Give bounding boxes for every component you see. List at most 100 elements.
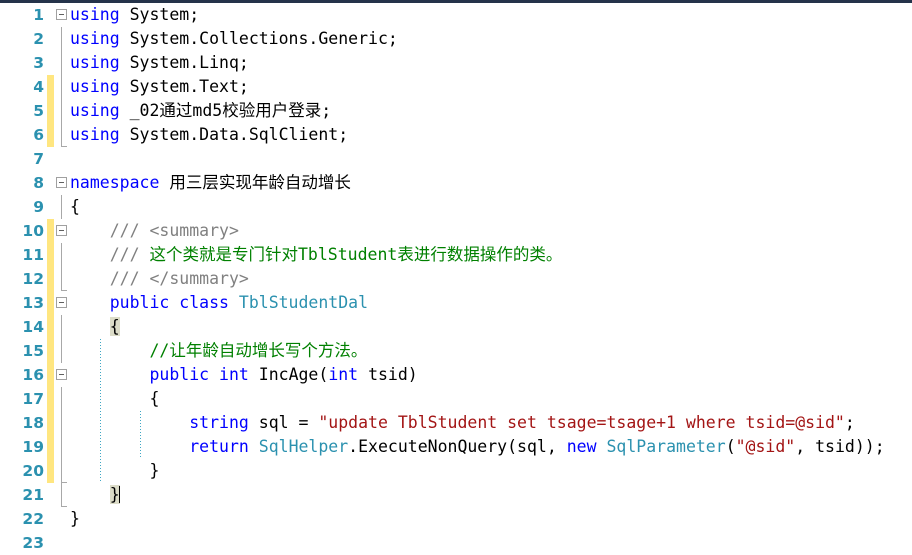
line-number: 10 bbox=[22, 222, 44, 240]
code-line[interactable]: 14 { bbox=[0, 315, 912, 339]
code-line[interactable]: 23 bbox=[0, 531, 912, 555]
unsaved-change-indicator bbox=[47, 75, 54, 99]
unsaved-change-indicator bbox=[47, 387, 54, 411]
collapse-region-icon[interactable] bbox=[56, 177, 67, 188]
code-token: 用三层实现年龄自动增长 bbox=[169, 173, 351, 192]
line-text: using System.Text; bbox=[70, 75, 249, 99]
line-text: { bbox=[70, 387, 159, 411]
outline-guide-line bbox=[61, 339, 62, 363]
line-text: } bbox=[70, 459, 159, 483]
line-text: return SqlHelper.ExecuteNonQuery(sql, ne… bbox=[70, 435, 885, 459]
code-line[interactable]: 15 //让年龄自动增长写个方法。 bbox=[0, 339, 912, 363]
code-token: public int bbox=[149, 365, 259, 384]
code-token: public class bbox=[109, 293, 239, 312]
unsaved-change-indicator bbox=[47, 99, 54, 123]
code-token: ( bbox=[725, 437, 736, 456]
unsaved-change-indicator bbox=[47, 459, 54, 483]
outline-guide-line bbox=[61, 483, 67, 507]
code-line[interactable]: 19 return SqlHelper.ExecuteNonQuery(sql,… bbox=[0, 435, 912, 459]
code-token: namespace bbox=[70, 173, 170, 192]
outline-guide-line bbox=[61, 123, 67, 147]
line-number: 20 bbox=[22, 462, 44, 480]
collapse-region-icon[interactable] bbox=[56, 369, 67, 380]
code-token: using bbox=[70, 77, 130, 96]
unsaved-change-indicator bbox=[47, 243, 54, 267]
collapse-region-icon[interactable] bbox=[56, 297, 67, 308]
outline-guide-line bbox=[61, 315, 62, 339]
code-token: IncAge( bbox=[258, 365, 329, 384]
line-text: using _02通过md5校验用户登录; bbox=[70, 99, 331, 123]
code-token: tsid) bbox=[368, 365, 418, 384]
line-number: 7 bbox=[33, 150, 44, 168]
code-line[interactable]: 5 using _02通过md5校验用户登录; bbox=[0, 99, 912, 123]
code-line[interactable]: 10 /// <summary> bbox=[0, 219, 912, 243]
code-token: , tsid)); bbox=[795, 437, 885, 456]
line-number: 3 bbox=[33, 54, 44, 72]
code-token: } bbox=[70, 461, 160, 480]
code-token: sql = bbox=[258, 413, 319, 432]
line-number: 23 bbox=[22, 534, 44, 552]
line-text: namespace 用三层实现年龄自动增长 bbox=[70, 171, 351, 195]
code-token: SqlHelper bbox=[258, 437, 349, 456]
code-line[interactable]: 6 using System.Data.SqlClient; bbox=[0, 123, 912, 147]
unsaved-change-indicator bbox=[47, 291, 54, 315]
code-token: { bbox=[70, 389, 160, 408]
matching-brace: { bbox=[109, 317, 120, 336]
collapse-region-icon[interactable] bbox=[56, 225, 67, 236]
outline-guide-line bbox=[61, 75, 62, 99]
code-token: System.Text; bbox=[129, 77, 249, 96]
code-line[interactable]: 12 /// </summary> bbox=[0, 267, 912, 291]
code-token: } bbox=[70, 509, 80, 528]
outline-guide-line bbox=[61, 99, 62, 123]
line-text: } bbox=[70, 507, 80, 531]
line-text: using System; bbox=[70, 3, 199, 27]
code-token: using bbox=[70, 53, 130, 72]
code-line[interactable]: 1 using System; bbox=[0, 3, 912, 27]
line-text: /// </summary> bbox=[70, 267, 249, 291]
code-line[interactable]: 3 using System.Linq; bbox=[0, 51, 912, 75]
line-number: 13 bbox=[22, 294, 44, 312]
line-number: 9 bbox=[33, 198, 44, 216]
outline-guide-line bbox=[61, 243, 62, 267]
code-token: SqlParameter bbox=[606, 437, 726, 456]
code-token: "update TblStudent set tsage=tsage+1 whe… bbox=[318, 413, 845, 432]
code-line[interactable]: 9{ bbox=[0, 195, 912, 219]
line-number: 4 bbox=[33, 78, 44, 96]
code-line[interactable]: 7 bbox=[0, 147, 912, 171]
code-token: System; bbox=[129, 5, 200, 24]
code-line[interactable]: 20 } bbox=[0, 459, 912, 483]
unsaved-change-indicator bbox=[47, 315, 54, 339]
code-text-area[interactable]: 1 using System; 2 using System.Collections.… bbox=[0, 3, 912, 552]
code-token: .ExecuteNonQuery(sql, bbox=[348, 437, 567, 456]
unsaved-change-indicator bbox=[47, 411, 54, 435]
outline-guide-line bbox=[61, 27, 62, 51]
line-text: /// 这个类就是专门针对TblStudent表进行数据操作的类。 bbox=[70, 243, 563, 267]
code-line[interactable]: 4 using System.Text; bbox=[0, 75, 912, 99]
outline-guide-line bbox=[61, 411, 62, 435]
code-token: ; bbox=[844, 413, 855, 432]
line-number: 11 bbox=[22, 246, 44, 264]
code-line[interactable]: 21 } bbox=[0, 483, 912, 507]
outline-guide-line bbox=[61, 435, 62, 459]
line-number: 15 bbox=[22, 342, 44, 360]
code-line[interactable]: 17 { bbox=[0, 387, 912, 411]
code-line[interactable]: 8 namespace 用三层实现年龄自动增长 bbox=[0, 171, 912, 195]
code-token: string bbox=[189, 413, 259, 432]
code-line[interactable]: 16 public int IncAge(int tsid) bbox=[0, 363, 912, 387]
code-line[interactable]: 18 string sql = "update TblStudent set t… bbox=[0, 411, 912, 435]
line-number: 6 bbox=[33, 126, 44, 144]
collapse-region-icon[interactable] bbox=[56, 9, 67, 20]
code-token: using bbox=[70, 101, 130, 120]
code-token: </summary> bbox=[149, 269, 249, 288]
unsaved-change-indicator bbox=[47, 339, 54, 363]
code-line[interactable]: 22} bbox=[0, 507, 912, 531]
code-line[interactable]: 13 public class TblStudentDal bbox=[0, 291, 912, 315]
code-token: /// bbox=[70, 221, 150, 240]
code-line[interactable]: 2 using System.Collections.Generic; bbox=[0, 27, 912, 51]
code-line[interactable]: 11 /// 这个类就是专门针对TblStudent表进行数据操作的类。 bbox=[0, 243, 912, 267]
